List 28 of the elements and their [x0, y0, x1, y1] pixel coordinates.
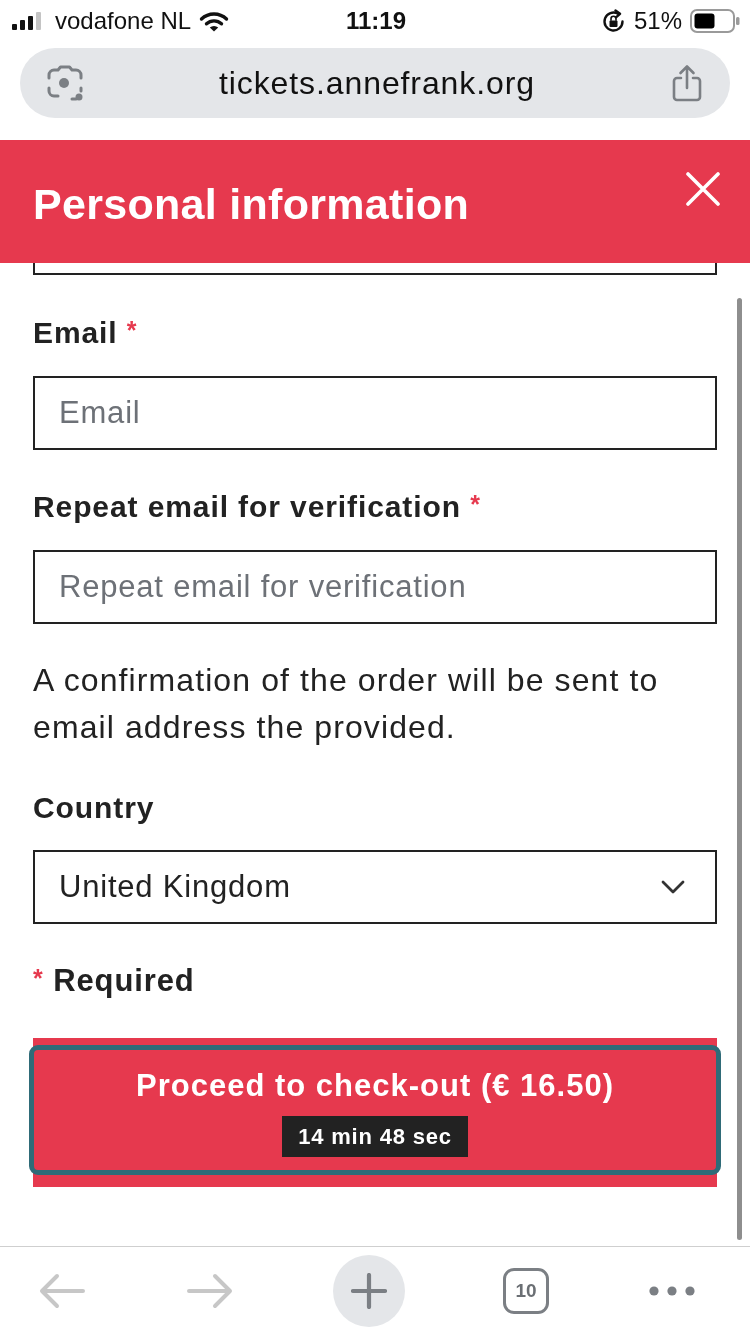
- more-icon[interactable]: [649, 1285, 695, 1296]
- wifi-icon: [199, 10, 230, 32]
- share-icon[interactable]: [670, 64, 704, 102]
- clock-time: 11:19: [345, 6, 407, 36]
- close-icon[interactable]: [686, 172, 720, 206]
- camera-scan-icon[interactable]: [46, 64, 84, 102]
- required-note: $^{*}$ Required: [33, 964, 196, 999]
- battery-percent: 51%: [633, 6, 682, 36]
- signal-icon: [12, 12, 43, 30]
- info-text: A confirmation of the order will be sent to email address the provided.: [33, 661, 660, 747]
- field-label: Repeat email for verification $^{*}$: [33, 490, 482, 525]
- checkout-button[interactable]: Proceed to check-out (€ 16.50) 14 min 48 sec: [29, 1045, 721, 1175]
- modal-title: Personal information: [33, 180, 470, 228]
- countdown-timer: 14 min 48 sec: [282, 1116, 468, 1157]
- input-field[interactable]: Repeat email for verification: [33, 550, 717, 624]
- input-field[interactable]: [33, 263, 717, 275]
- plus-icon[interactable]: [351, 1272, 387, 1309]
- battery-icon: [690, 9, 740, 33]
- carrier-name: vodafone NL: [55, 6, 192, 36]
- chevron-down-icon: [661, 880, 685, 894]
- field-label: Country: [33, 791, 156, 825]
- input-field[interactable]: Email: [33, 376, 717, 450]
- url-text: tickets.annefrank.org: [218, 64, 536, 102]
- country-select[interactable]: United Kingdom: [33, 850, 717, 924]
- tabs-button[interactable]: 10: [503, 1267, 549, 1314]
- field-label: Email $^{*}$: [33, 316, 139, 351]
- rotation-lock-icon: [600, 8, 626, 34]
- address-bar[interactable]: tickets.annefrank.org: [20, 48, 730, 118]
